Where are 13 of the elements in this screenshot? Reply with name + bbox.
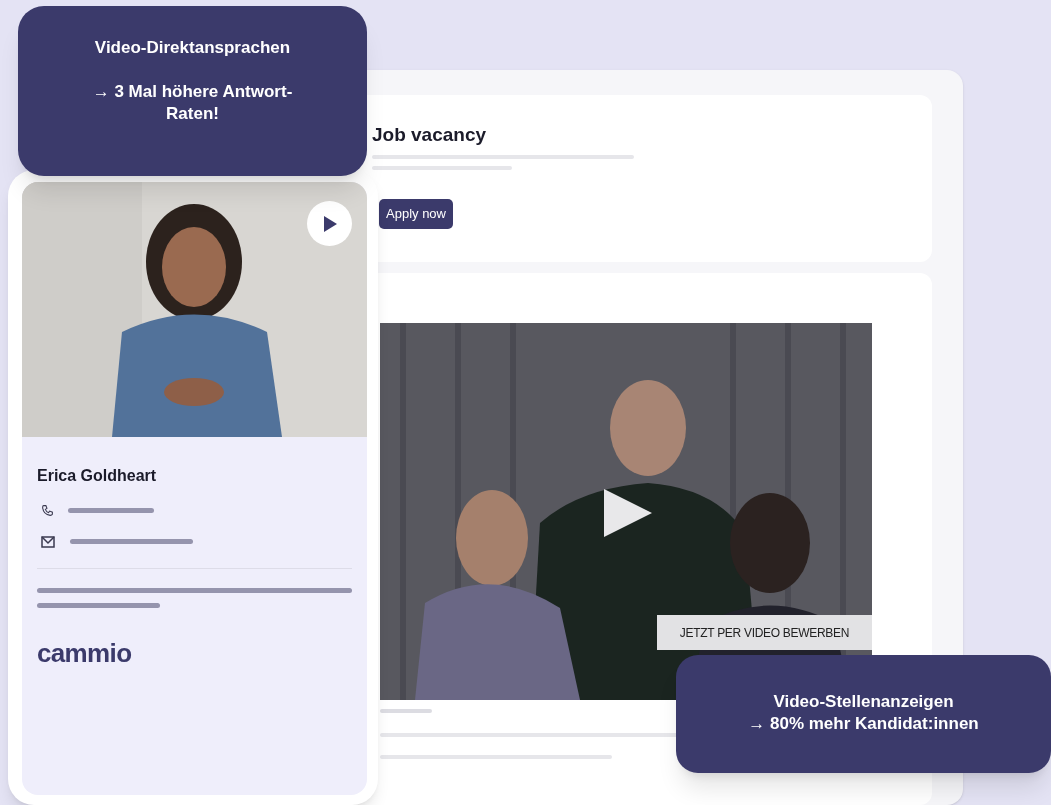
logo: cammio [37,640,132,666]
text-placeholder-line [380,709,432,713]
play-icon [322,215,337,232]
job-title: Job vacancy [372,123,487,147]
video-caption: JETZT PER VIDEO BEWERBEN [657,615,872,650]
phone-icon [41,504,54,517]
callout-title: Video-Direktansprachen [94,37,291,59]
play-icon [604,489,652,537]
mail-icon [41,536,55,548]
contact-name: Erica Goldheart [37,466,157,486]
callout-text: → 3 Mal höhere Antwort-Raten! [91,81,294,125]
apply-button[interactable]: Apply now [379,199,453,229]
callout-text: → 80% mehr Kandidat:innen [748,713,979,735]
